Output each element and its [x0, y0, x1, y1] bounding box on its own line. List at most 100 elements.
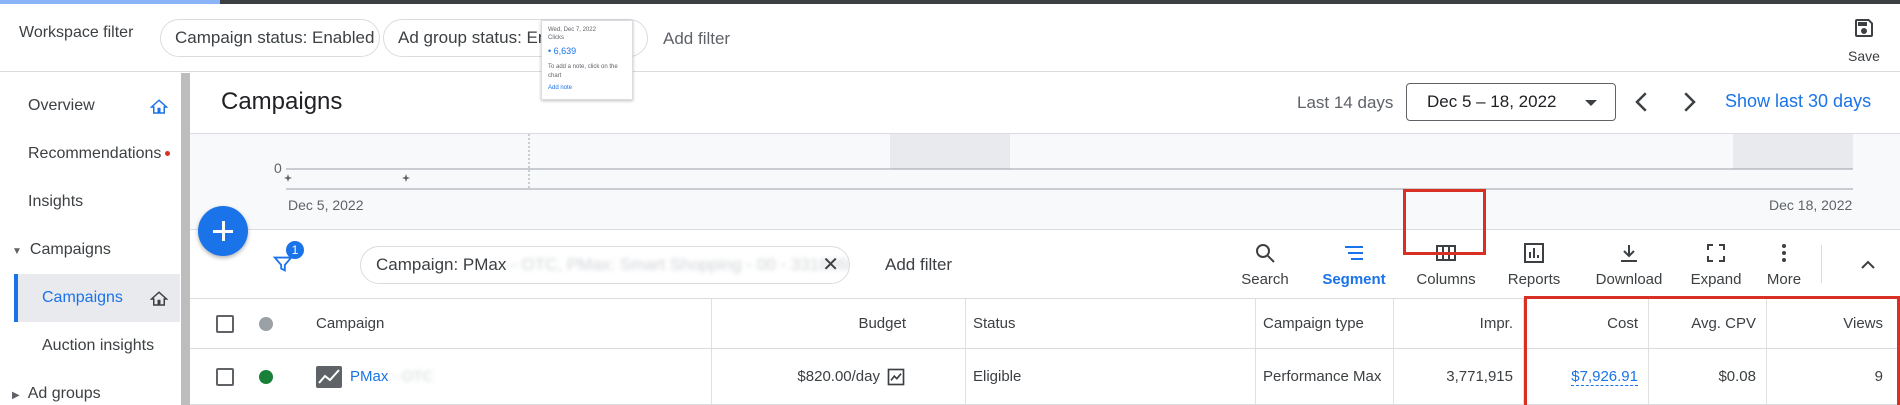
- status-cell: Eligible: [973, 368, 1022, 385]
- page-title: Campaigns: [221, 88, 343, 115]
- add-filter-button[interactable]: Add filter: [885, 255, 952, 275]
- cost-cell: $7,926.91: [1523, 349, 1648, 404]
- search-label: Search: [1241, 271, 1289, 288]
- header-views[interactable]: Views: [1766, 299, 1893, 348]
- row-checkbox[interactable]: [216, 349, 234, 404]
- campaign-filter-chip-rest: - OTC, PMax: Smart Shopping - 00 - 33183…: [511, 255, 850, 274]
- sidebar-group-campaigns[interactable]: ▼ Campaigns: [0, 226, 180, 274]
- impr-cell: 3,771,915: [1446, 368, 1513, 385]
- date-range-value: Dec 5 – 18, 2022: [1427, 92, 1557, 111]
- weekend-band: [890, 134, 1010, 169]
- header-impr[interactable]: Impr.: [1393, 299, 1523, 348]
- save-button[interactable]: Save: [1840, 12, 1888, 68]
- y-axis-zero-label: 0: [274, 160, 282, 176]
- header-avg-cpv[interactable]: Avg. CPV: [1648, 299, 1766, 348]
- sidebar-item-label: Insights: [28, 193, 84, 210]
- show-last-30-days-link[interactable]: Show last 30 days: [1725, 91, 1871, 112]
- reports-icon: [1524, 243, 1544, 263]
- header-campaign-type[interactable]: Campaign type: [1255, 299, 1393, 348]
- app-root: Workspace filter Campaign status: Enable…: [0, 0, 1900, 405]
- select-all-checkbox[interactable]: [216, 299, 234, 348]
- sidebar-item-campaigns[interactable]: Campaigns: [14, 274, 180, 322]
- dropdown-triangle-icon: [1585, 100, 1597, 106]
- performance-max-icon: [316, 365, 342, 388]
- reports-button[interactable]: Reports: [1501, 237, 1567, 293]
- weekend-band: [1733, 134, 1853, 169]
- header-campaign[interactable]: Campaign: [308, 299, 738, 348]
- sidebar-item-label: Auction insights: [42, 337, 155, 354]
- chevron-left-icon[interactable]: [1627, 87, 1657, 117]
- x-axis-start-label: Dec 5, 2022: [288, 197, 364, 213]
- cost-value-link[interactable]: $7,926.91: [1571, 368, 1638, 386]
- avg-cpv-cell: $0.08: [1718, 368, 1756, 385]
- tooltip-date: Wed, Dec 7, 2022: [548, 27, 596, 33]
- segment-icon: [1345, 246, 1363, 260]
- budget-chart-icon[interactable]: [886, 367, 906, 387]
- tooltip-note: To add a note, click on the chart: [548, 64, 618, 79]
- period-label: Last 14 days: [1297, 93, 1394, 112]
- sidebar-scrollbar[interactable]: [181, 73, 190, 405]
- chart-svg: [284, 134, 1853, 190]
- search-icon: [1256, 244, 1275, 263]
- search-button[interactable]: Search: [1238, 237, 1292, 293]
- campaign-name-link[interactable]: PMax: [350, 368, 388, 385]
- caret-right-icon: ▶: [12, 390, 20, 401]
- more-label: More: [1766, 271, 1802, 288]
- table-row[interactable]: PMax - OTC $820.00/day Eligible Performan…: [190, 349, 1900, 405]
- sidebar-group-ad-groups[interactable]: ▶ Ad groups: [0, 370, 180, 405]
- download-label: Download: [1595, 271, 1663, 288]
- caret-down-icon: ▼: [12, 246, 22, 257]
- sidebar-item-recommendations[interactable]: Recommendations: [0, 130, 180, 178]
- campaign-filter-chip[interactable]: Campaign: PMax - OTC, PMax: Smart Shoppi…: [360, 246, 850, 284]
- table-toolbar: 1 Campaign: PMax - OTC, PMax: Smart Shop…: [190, 231, 1900, 299]
- annotation-marker-icon: [402, 174, 410, 182]
- date-range-selector[interactable]: Dec 5 – 18, 2022: [1406, 83, 1616, 121]
- tooltip-metric: Clicks: [548, 35, 564, 42]
- budget-value: $820.00/day: [797, 368, 880, 385]
- row-status-dot[interactable]: [259, 349, 273, 404]
- workspace-add-filter[interactable]: Add filter: [663, 29, 730, 49]
- sidebar-item-auction-insights[interactable]: Auction insights: [14, 322, 180, 370]
- workspace-filter-label: Workspace filter: [19, 24, 134, 41]
- fullscreen-icon: [1707, 244, 1725, 262]
- campaign-cell: PMax - OTC: [308, 349, 738, 404]
- performance-chart[interactable]: 0 Dec 5, 2022 Dec 18, 2022: [190, 133, 1900, 230]
- annotation-marker-icon: [284, 174, 292, 182]
- sidebar-item-overview[interactable]: Overview: [0, 82, 180, 130]
- more-vert-icon: [1782, 244, 1786, 262]
- close-icon[interactable]: ✕: [822, 247, 839, 283]
- add-campaign-button[interactable]: [198, 206, 248, 256]
- toolbar-divider: [1821, 245, 1822, 283]
- workspace-filter-bar: Workspace filter Campaign status: Enable…: [0, 4, 1900, 72]
- chevron-right-icon[interactable]: [1674, 87, 1704, 117]
- sidebar-item-insights[interactable]: Insights: [0, 178, 180, 226]
- status-header-dot: [259, 316, 273, 331]
- header-status[interactable]: Status: [965, 299, 1255, 348]
- columns-button[interactable]: Columns: [1410, 237, 1482, 293]
- home-icon: [150, 99, 168, 114]
- chart-tooltip: Wed, Dec 7, 2022 Clicks • 6,639 To add a…: [541, 20, 633, 100]
- header-cost[interactable]: Cost: [1523, 299, 1648, 348]
- campaign-name-hidden: - OTC: [392, 368, 434, 385]
- x-axis-end-label: Dec 18, 2022: [1769, 197, 1853, 213]
- sidebar: Overview Recommendations Insights ▼ Campa…: [0, 73, 190, 405]
- download-button[interactable]: Download: [1590, 237, 1668, 293]
- status-header[interactable]: [259, 299, 273, 348]
- collapse-chevron-up-icon[interactable]: [1856, 253, 1880, 277]
- home-icon: [150, 291, 168, 306]
- enabled-status-icon: [259, 369, 273, 384]
- tooltip-add-note-link[interactable]: Add note: [548, 84, 626, 92]
- save-label: Save: [1848, 48, 1880, 64]
- header-budget[interactable]: Budget: [711, 299, 916, 348]
- more-button[interactable]: More: [1762, 237, 1806, 293]
- campaign-filter-chip-label: Campaign: PMax: [376, 255, 507, 274]
- expand-button[interactable]: Expand: [1687, 237, 1745, 293]
- budget-cell: $820.00/day: [711, 349, 916, 404]
- views-cell: 9: [1874, 368, 1883, 385]
- checkbox-box: [216, 367, 234, 386]
- segment-button[interactable]: Segment: [1320, 237, 1388, 293]
- sidebar-item-label: Recommendations: [28, 145, 162, 162]
- campaign-status-chip[interactable]: Campaign status: Enabled: [160, 19, 380, 57]
- tooltip-value: • 6,639: [548, 45, 577, 56]
- main-content: Campaigns Last 14 days Dec 5 – 18, 2022 …: [190, 73, 1900, 405]
